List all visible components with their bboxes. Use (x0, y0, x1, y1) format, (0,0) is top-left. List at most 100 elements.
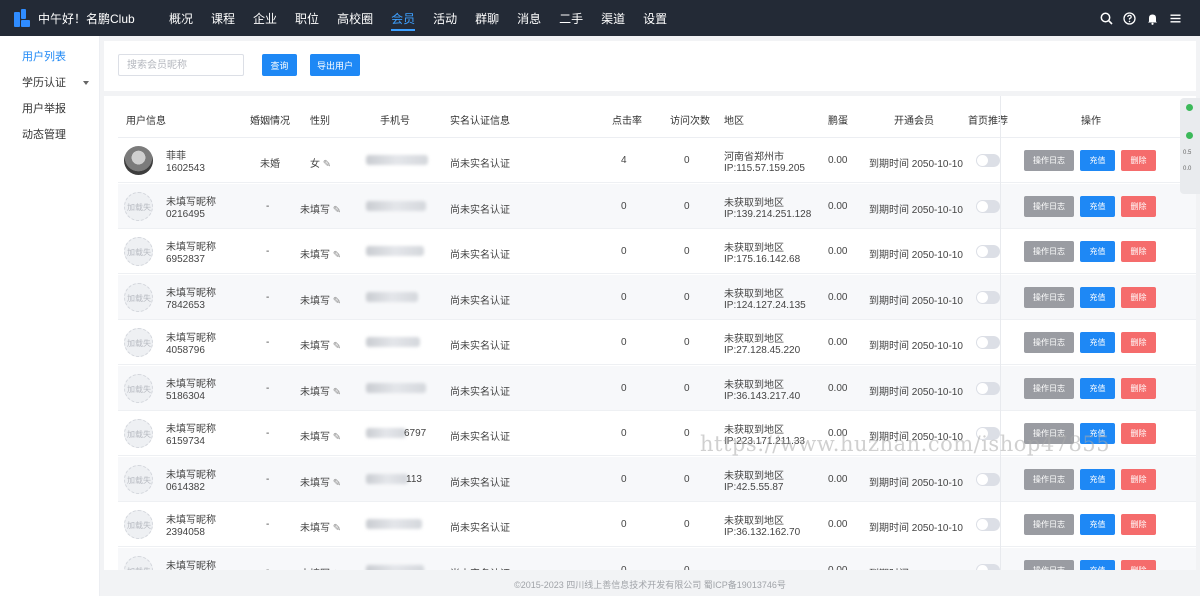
sidebar-item-1[interactable]: 学历认证 (0, 70, 99, 96)
edit-icon[interactable]: ✎ (330, 205, 341, 216)
nav-item-0[interactable]: 概况 (160, 0, 202, 36)
brand[interactable]: 中午好！名鹏Club (0, 9, 160, 27)
avatar[interactable] (124, 237, 153, 266)
avatar[interactable] (124, 191, 153, 221)
sidebar-item-2[interactable]: 用户举报 (0, 96, 99, 122)
realname-status: 尚未实名认证 (450, 341, 510, 352)
homepage-recommend-toggle[interactable] (976, 472, 1000, 486)
operation-log-button[interactable]: 操作日志 (1024, 332, 1074, 353)
edit-icon[interactable]: ✎ (330, 523, 341, 534)
delete-button[interactable]: 删除 (1121, 377, 1156, 399)
recharge-button[interactable]: 充值 (1080, 423, 1115, 444)
nav-item-11[interactable]: 设置 (634, 0, 676, 36)
edit-icon[interactable]: ✎ (330, 341, 341, 352)
membership-expiry: 到期时间 2050-10-10 (869, 432, 963, 443)
homepage-recommend-toggle[interactable] (976, 245, 1000, 258)
nav-item-9[interactable]: 二手 (550, 0, 592, 36)
recharge-button[interactable]: 充值 (1080, 514, 1115, 535)
bell-icon[interactable] (1146, 12, 1159, 25)
realname-status: 尚未实名认证 (450, 565, 510, 571)
nav-item-10[interactable]: 渠道 (592, 0, 634, 36)
avatar[interactable] (124, 146, 153, 175)
search-icon[interactable] (1100, 12, 1113, 25)
recharge-button[interactable]: 充值 (1080, 468, 1115, 490)
user-nickname: 未填写昵称 (166, 287, 216, 299)
avatar[interactable] (124, 328, 153, 357)
homepage-recommend-toggle[interactable] (976, 381, 1000, 395)
operation-log-button[interactable]: 操作日志 (1024, 195, 1074, 217)
recharge-button[interactable]: 充值 (1080, 241, 1115, 262)
delete-button[interactable]: 删除 (1121, 468, 1156, 490)
export-users-button[interactable]: 导出用户 (310, 54, 360, 76)
delete-button[interactable]: 删除 (1121, 195, 1156, 217)
realname-status: 尚未实名认证 (450, 386, 510, 398)
header-visits: 访问次数 (670, 116, 710, 127)
avatar[interactable] (124, 510, 153, 539)
help-icon[interactable] (1123, 11, 1136, 25)
region: 未获取到地区 (724, 379, 784, 391)
user-table: 用户信息 婚姻情况 性别 手机号 实名认证信息 点击率 访问次数 地区 鹏蛋 开… (104, 96, 1196, 570)
recharge-button[interactable]: 充值 (1080, 377, 1115, 399)
homepage-recommend-toggle[interactable] (976, 563, 1000, 570)
recharge-button[interactable]: 充值 (1080, 332, 1115, 353)
edit-icon[interactable]: ✎ (330, 296, 341, 307)
widget-stat: 0.5 (1183, 150, 1192, 156)
operation-log-button[interactable]: 操作日志 (1024, 514, 1074, 535)
avatar[interactable] (124, 373, 153, 403)
nav-item-5[interactable]: 会员 (382, 0, 424, 36)
edit-icon[interactable]: ✎ (330, 478, 341, 489)
delete-button[interactable]: 删除 (1121, 559, 1156, 570)
gender-text: 女 (310, 159, 320, 170)
nav-item-2[interactable]: 企业 (244, 0, 286, 36)
nav-item-6[interactable]: 活动 (424, 0, 466, 36)
nav-item-4[interactable]: 高校圈 (328, 0, 382, 36)
recharge-button[interactable]: 充值 (1080, 286, 1115, 308)
delete-button[interactable]: 删除 (1121, 241, 1156, 262)
avatar[interactable] (124, 419, 153, 448)
homepage-recommend-toggle[interactable] (976, 154, 1000, 167)
homepage-recommend-toggle[interactable] (976, 518, 1000, 531)
search-input[interactable] (118, 54, 244, 76)
operation-log-button[interactable]: 操作日志 (1024, 150, 1074, 171)
recharge-button[interactable]: 充值 (1080, 150, 1115, 171)
floating-toolbox[interactable]: 0.5 0.0 (1180, 98, 1200, 194)
nav-item-3[interactable]: 职位 (286, 0, 328, 36)
delete-button[interactable]: 删除 (1121, 332, 1156, 353)
nav-item-8[interactable]: 消息 (508, 0, 550, 36)
operation-log-button[interactable]: 操作日志 (1024, 468, 1074, 490)
edit-icon[interactable]: ✎ (330, 569, 341, 571)
query-button[interactable]: 查询 (262, 54, 297, 76)
homepage-recommend-toggle[interactable] (976, 336, 1000, 349)
edit-icon[interactable]: ✎ (320, 159, 331, 170)
ip-address: IP:139.214.251.128 (724, 208, 812, 220)
delete-button[interactable]: 删除 (1121, 423, 1156, 444)
sidebar-item-3[interactable]: 动态管理 (0, 122, 99, 148)
nav-item-1[interactable]: 课程 (202, 0, 244, 36)
delete-button[interactable]: 删除 (1121, 150, 1156, 171)
operation-log-button[interactable]: 操作日志 (1024, 377, 1074, 399)
edit-icon[interactable]: ✎ (330, 387, 341, 398)
recharge-button[interactable]: 充值 (1080, 195, 1115, 217)
status-dot-icon (1186, 132, 1193, 139)
homepage-recommend-toggle[interactable] (976, 290, 1000, 304)
avatar[interactable] (124, 464, 153, 494)
homepage-recommend-toggle[interactable] (976, 427, 1000, 440)
operation-log-button[interactable]: 操作日志 (1024, 286, 1074, 308)
recharge-button[interactable]: 充值 (1080, 559, 1115, 570)
gender: 未填写 ✎ (300, 474, 341, 489)
membership-expiry: 到期时间 2050-10-10 (869, 250, 963, 261)
homepage-recommend-toggle[interactable] (976, 199, 1000, 213)
click-rate: 0 (621, 428, 627, 439)
nav-item-7[interactable]: 群聊 (466, 0, 508, 36)
sidebar-item-0[interactable]: 用户列表 (0, 44, 99, 70)
delete-button[interactable]: 删除 (1121, 286, 1156, 308)
operation-log-button[interactable]: 操作日志 (1024, 423, 1074, 444)
operation-log-button[interactable]: 操作日志 (1024, 559, 1074, 570)
edit-icon[interactable]: ✎ (330, 432, 341, 443)
edit-icon[interactable]: ✎ (330, 250, 341, 261)
delete-button[interactable]: 删除 (1121, 514, 1156, 535)
avatar[interactable] (124, 282, 153, 312)
menu-icon[interactable] (1169, 12, 1182, 25)
operation-log-button[interactable]: 操作日志 (1024, 241, 1074, 262)
avatar[interactable] (124, 555, 153, 570)
